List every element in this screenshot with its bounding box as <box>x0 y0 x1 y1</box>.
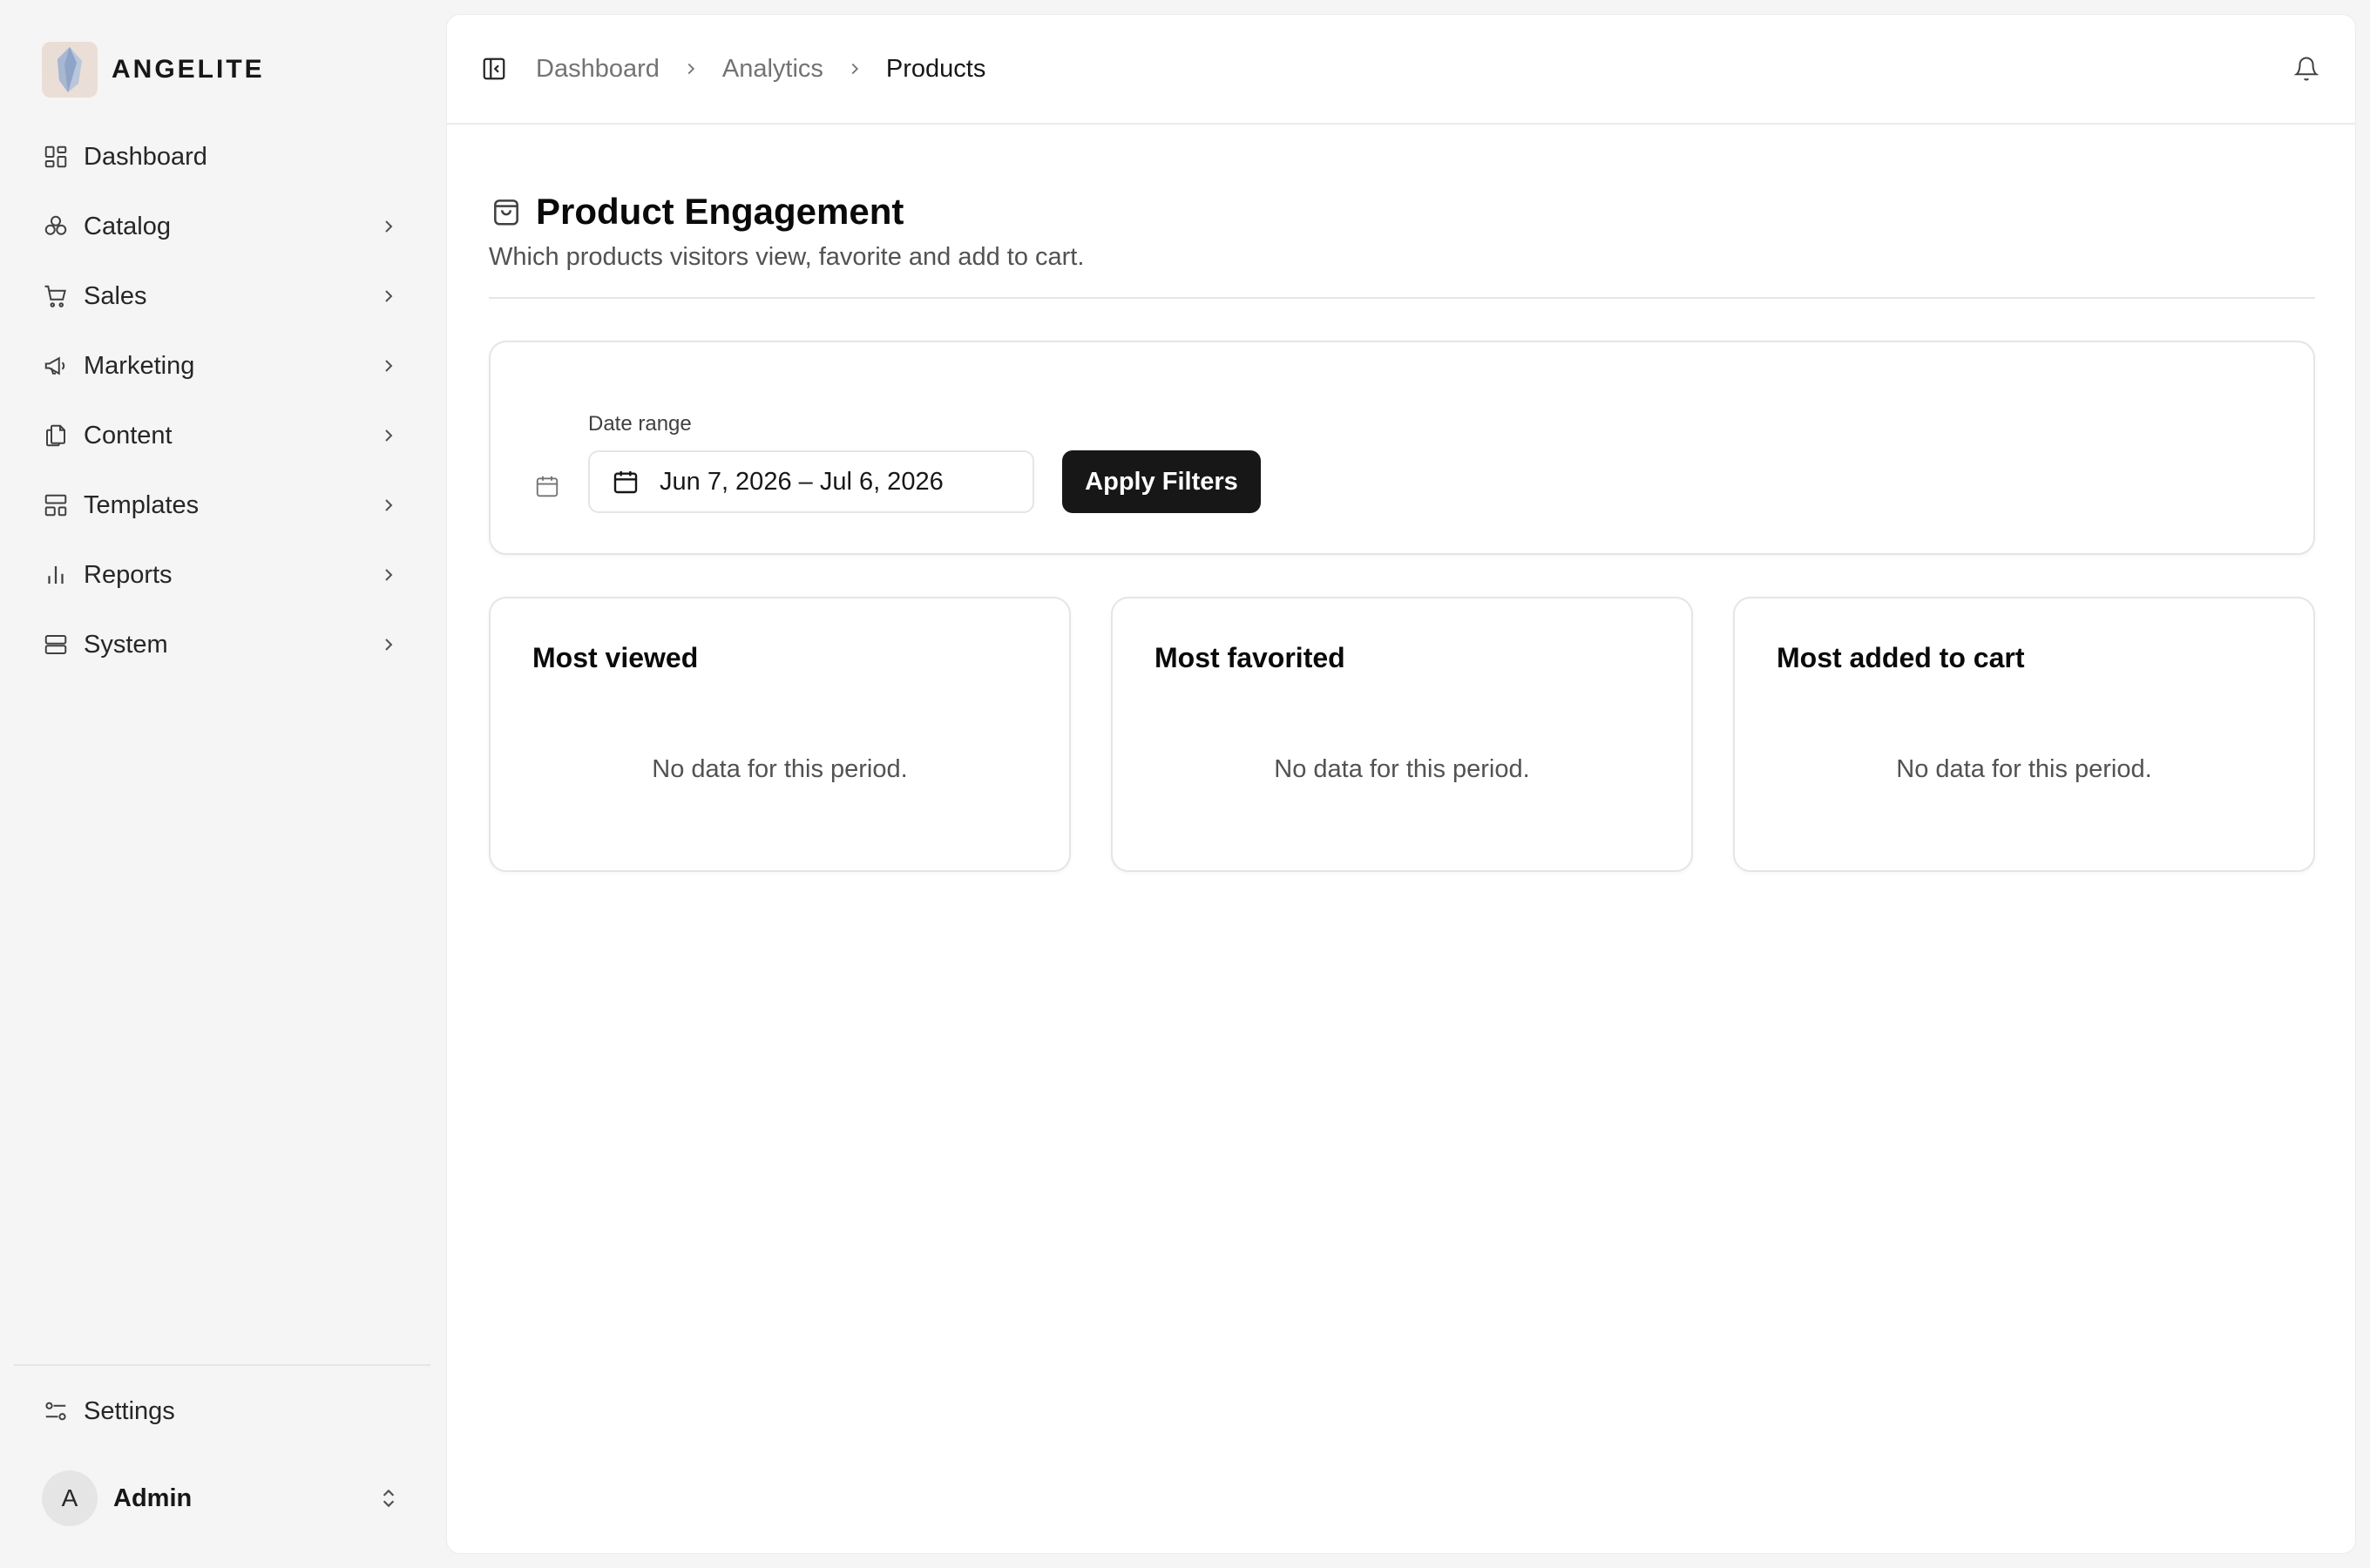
brand[interactable]: ANGELITE <box>42 42 265 98</box>
sidebar-item-label: Catalog <box>84 212 171 240</box>
card-title: Most viewed <box>532 642 699 673</box>
breadcrumb-products: Products <box>885 54 986 83</box>
server-icon <box>42 631 70 659</box>
chevron-right-icon <box>376 563 401 587</box>
date-range-label: Date range <box>588 412 692 436</box>
catalog-icon <box>42 213 70 240</box>
sidebar-item-content[interactable]: Content <box>28 401 415 470</box>
calendar-icon <box>611 467 640 497</box>
bell-icon[interactable] <box>2291 53 2322 84</box>
chevron-right-icon <box>376 214 401 239</box>
date-range-picker[interactable]: Jun 7, 2026 – Jul 6, 2026 <box>588 450 1034 513</box>
sidebar-divider <box>14 1364 430 1366</box>
calendar-grid-icon <box>532 471 562 501</box>
breadcrumb: Dashboard Analytics Products <box>536 55 2291 84</box>
main-panel: Dashboard Analytics Products Product Eng… <box>446 14 2356 1554</box>
sidebar-item-label: Content <box>84 421 173 449</box>
layout-icon <box>42 491 70 519</box>
page-subtitle: Which products visitors view, favorite a… <box>489 243 1085 271</box>
megaphone-icon <box>42 352 70 380</box>
chevrons-up-down-icon <box>376 1486 401 1511</box>
most-viewed-card: Most viewed No data for this period. <box>489 597 1071 872</box>
card-title: Most favorited <box>1155 642 1345 673</box>
shopping-bag-icon <box>489 194 524 229</box>
user-name: Admin <box>113 1484 193 1512</box>
user-menu[interactable]: A Admin <box>28 1463 415 1533</box>
chevron-right-icon <box>376 354 401 378</box>
sidebar-item-label: Templates <box>84 490 200 519</box>
sidebar-item-system[interactable]: System <box>28 610 415 679</box>
chevron-right-icon <box>376 284 401 308</box>
avatar: A <box>42 1470 98 1526</box>
sidebar: ANGELITE Dashboard Catalog Sales Marketi… <box>0 0 444 1568</box>
chevron-right-icon <box>376 632 401 657</box>
sliders-icon <box>42 1397 70 1425</box>
brand-logo <box>42 42 98 98</box>
date-range-value: Jun 7, 2026 – Jul 6, 2026 <box>660 467 944 496</box>
sidebar-toggle-icon[interactable] <box>478 53 510 84</box>
sidebar-item-reports[interactable]: Reports <box>28 540 415 610</box>
page-header: Product Engagement <box>489 191 904 233</box>
card-title: Most added to cart <box>1777 642 2025 673</box>
sidebar-item-templates[interactable]: Templates <box>28 470 415 540</box>
most-added-to-cart-card: Most added to cart No data for this peri… <box>1733 597 2315 872</box>
sidebar-item-label: System <box>84 630 168 659</box>
sidebar-item-label: Marketing <box>84 351 195 380</box>
sidebar-item-label: Sales <box>84 281 147 310</box>
chevron-right-icon <box>843 57 867 81</box>
empty-state-text: No data for this period. <box>1274 755 1530 783</box>
page-title: Product Engagement <box>536 191 904 232</box>
empty-state-text: No data for this period. <box>1896 755 2152 783</box>
filter-card: Date range Jun 7, 2026 – Jul 6, 2026 App… <box>489 341 2315 555</box>
sidebar-item-dashboard[interactable]: Dashboard <box>28 122 415 192</box>
breadcrumb-analytics[interactable]: Analytics <box>722 55 823 84</box>
cart-icon <box>42 282 70 310</box>
chevron-right-icon <box>376 423 401 448</box>
sidebar-item-label: Dashboard <box>84 142 207 171</box>
topbar: Dashboard Analytics Products <box>447 15 2355 125</box>
sidebar-item-settings[interactable]: Settings <box>28 1376 415 1446</box>
breadcrumb-dashboard[interactable]: Dashboard <box>536 55 660 84</box>
bar-chart-icon <box>42 561 70 589</box>
sidebar-item-label: Reports <box>84 560 173 589</box>
files-icon <box>42 422 70 449</box>
most-favorited-card: Most favorited No data for this period. <box>1111 597 1693 872</box>
sidebar-nav: Dashboard Catalog Sales Marketing Conten… <box>28 122 415 679</box>
dashboard-icon <box>42 143 70 171</box>
sidebar-item-sales[interactable]: Sales <box>28 261 415 331</box>
sidebar-item-marketing[interactable]: Marketing <box>28 331 415 401</box>
brand-name: ANGELITE <box>112 55 265 84</box>
apply-filters-button[interactable]: Apply Filters <box>1062 450 1261 513</box>
chevron-right-icon <box>376 493 401 517</box>
chevron-right-icon <box>679 57 703 81</box>
sidebar-item-catalog[interactable]: Catalog <box>28 192 415 261</box>
header-divider <box>489 297 2315 299</box>
settings-label: Settings <box>84 1396 175 1425</box>
empty-state-text: No data for this period. <box>652 755 908 783</box>
